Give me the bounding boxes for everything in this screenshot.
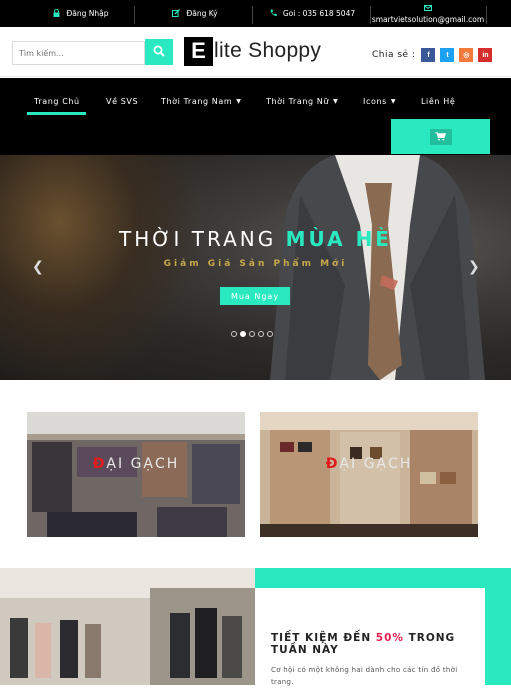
instagram-icon[interactable]: ◎ (459, 48, 474, 62)
savings-card: TIẾT KIỆM ĐẾN 50% TRONG TUẦN NÀY Cơ hội … (255, 588, 485, 686)
promo-caption-initial: Đ (325, 456, 340, 472)
linkedin-icon[interactable]: in (478, 48, 493, 62)
site-logo[interactable]: E lite Shoppy (184, 36, 321, 66)
caret-down-icon: ▼ (333, 97, 339, 105)
cart-button[interactable] (391, 119, 490, 154)
caret-down-icon: ▼ (390, 97, 397, 105)
hero-title: THỜI TRANG MÙA HÈ (0, 227, 511, 251)
carousel-dot[interactable] (267, 331, 273, 337)
savings-text: Cơ hội có một không hai dành cho các tín… (271, 666, 458, 686)
nav-item-icons[interactable]: Icons ▼ (363, 90, 396, 112)
promo-caption-rest: ẠI GẠCH (106, 456, 180, 472)
hero-subtitle: Giảm Giá Sản Phẩm Mới (163, 259, 348, 269)
promo-banner[interactable]: ĐẠI GẠCH (27, 412, 245, 537)
savings-section: TIẾT KIỆM ĐẾN 50% TRONG TUẦN NÀY Cơ hội … (0, 568, 511, 686)
savings-heading: TIẾT KIỆM ĐẾN 50% TRONG TUẦN NÀY (271, 632, 471, 656)
logo-text: lite Shoppy (214, 39, 322, 62)
nav-item-label: Trang Chủ (34, 96, 80, 106)
carousel-dot[interactable] (231, 331, 237, 337)
cart-icon (429, 128, 452, 145)
nav-item-home[interactable]: Trang Chủ (34, 90, 80, 112)
next-arrow-icon[interactable]: ❯ (468, 259, 480, 275)
savings-heading-pct: 50% (375, 632, 404, 644)
hero-carousel: THỜI TRANG MÙA HÈ Giảm Giá Sản Phẩm Mới … (0, 155, 511, 380)
hero-title-plain: THỜI TRANG (119, 227, 286, 251)
nav-item-label: Thời Trang Nam (161, 96, 233, 106)
prev-arrow-icon[interactable]: ❮ (32, 259, 44, 275)
divider (486, 6, 487, 24)
search-icon (153, 45, 165, 60)
mall-photo (0, 568, 255, 685)
promo-caption-initial: Đ (92, 456, 107, 472)
nav-item-label: Liên Hệ (421, 96, 456, 106)
promo-banner[interactable]: ĐẠI GẠCH (260, 412, 478, 537)
email-label: smartvietsolution@gmail.com (371, 14, 485, 24)
twitter-icon[interactable]: t (440, 48, 455, 62)
login-label: Đăng Nhập (66, 9, 109, 18)
search-button[interactable] (145, 39, 173, 65)
nav-item-women[interactable]: Thời Trang Nữ ▼ (266, 90, 338, 112)
carousel-dot[interactable] (240, 331, 246, 337)
register-link[interactable]: Đăng Ký (165, 0, 225, 27)
search-input[interactable] (12, 41, 145, 65)
site-header: E lite Shoppy Chia sẻ : f t ◎ in (0, 27, 511, 77)
promo-caption-rest: ẠI GẠCH (339, 456, 413, 472)
login-link[interactable]: Đăng Nhập (46, 0, 116, 27)
store-interior-image (260, 412, 478, 537)
main-nav: Trang Chủ Về SVS Thời Trang Nam ▼ Thời Tr… (0, 78, 511, 155)
nav-item-men[interactable]: Thời Trang Nam ▼ (161, 90, 242, 112)
phone-label: Goi : 035 618 5047 (282, 9, 356, 18)
divider (134, 6, 135, 24)
logo-letter: E (184, 36, 213, 66)
promo-caption: ĐẠI GẠCH (260, 456, 478, 472)
mall-image (0, 568, 255, 685)
email-link[interactable]: smartvietsolution@gmail.com (370, 0, 486, 27)
divider (252, 6, 253, 24)
savings-heading-before: TIẾT KIỆM ĐẾN (271, 632, 376, 644)
phone-link[interactable]: Goi : 035 618 5047 (265, 0, 360, 27)
share-label: Chia sẻ : (372, 50, 416, 60)
nav-item-label: Về SVS (106, 96, 139, 106)
carousel-dot[interactable] (258, 331, 264, 337)
share-bar: Chia sẻ : f t ◎ in (372, 48, 497, 62)
nav-item-about[interactable]: Về SVS (106, 90, 138, 112)
register-label: Đăng Ký (186, 9, 218, 18)
carousel-dot[interactable] (249, 331, 255, 337)
nav-item-label: Icons (363, 96, 387, 106)
hero-title-highlight: MÙA HÈ (285, 227, 392, 251)
store-interior-image (27, 412, 245, 537)
edit-icon (172, 8, 181, 19)
facebook-icon[interactable]: f (421, 48, 436, 62)
nav-item-contact[interactable]: Liên Hệ (421, 90, 455, 112)
caret-down-icon: ▼ (236, 97, 242, 105)
carousel-indicators (231, 331, 276, 337)
top-bar: Đăng Nhập Đăng Ký Goi : 035 618 5047 sma… (0, 0, 511, 27)
envelope-icon (424, 4, 432, 13)
shop-now-button[interactable]: Mua Ngay (220, 287, 290, 305)
active-indicator (27, 112, 86, 115)
nav-item-label: Thời Trang Nữ (266, 96, 330, 106)
lock-icon (53, 8, 60, 19)
phone-icon (270, 9, 277, 19)
promo-caption: ĐẠI GẠCH (27, 456, 245, 472)
